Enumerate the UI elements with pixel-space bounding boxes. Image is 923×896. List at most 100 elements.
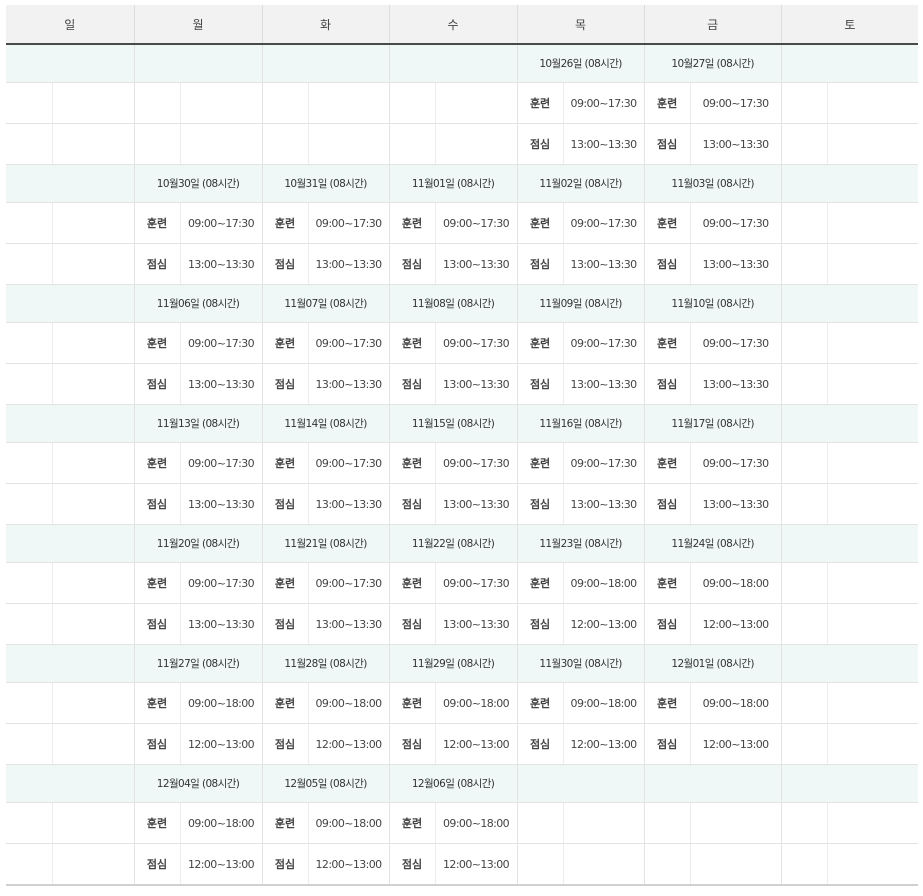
- lunch-time: 13:00~13:30: [307, 243, 390, 285]
- empty-cell: [780, 123, 828, 165]
- lunch-row: 점심 13:00~13:30 점심 13:00~13:30 점심 13:00~13:30 점…: [6, 363, 919, 405]
- lunch-time: 13:00~13:30: [179, 243, 263, 285]
- lunch-label: 점심: [133, 483, 181, 525]
- training-label: 훈련: [133, 202, 181, 244]
- training-time: 09:00~17:30: [307, 442, 390, 484]
- training-time: 09:00~18:00: [434, 682, 518, 724]
- day-date: 11월29일 (08시간): [388, 644, 518, 683]
- empty-cell: [826, 682, 919, 724]
- empty-cell: [51, 802, 135, 844]
- empty-cell: [51, 483, 135, 525]
- training-time: 09:00~17:30: [179, 322, 263, 364]
- day-date: 11월20일 (08시간): [133, 524, 263, 563]
- training-time: 09:00~18:00: [562, 562, 645, 604]
- lunch-row: 점심 12:00~13:00 점심 12:00~13:00 점심 12:00~13:00: [6, 843, 919, 886]
- training-time: 09:00~18:00: [689, 682, 782, 724]
- lunch-label: 점심: [516, 723, 564, 765]
- training-label: 훈련: [516, 682, 564, 724]
- empty-cell: [826, 603, 919, 645]
- empty-cell: [6, 524, 135, 563]
- training-label: 훈련: [388, 562, 436, 604]
- training-label: 훈련: [388, 442, 436, 484]
- lunch-label: 점심: [388, 483, 436, 525]
- day-date: 11월08일 (08시간): [388, 284, 518, 323]
- lunch-row: 점심 13:00~13:30 점심 13:00~13:30 점심 13:00~13:30 점…: [6, 243, 919, 285]
- empty-cell: [826, 442, 919, 484]
- training-label: 훈련: [516, 202, 564, 244]
- empty-cell: [643, 764, 782, 803]
- lunch-time: 13:00~13:30: [689, 483, 782, 525]
- lunch-time: 12:00~13:00: [434, 723, 518, 765]
- training-label: 훈련: [261, 682, 309, 724]
- date-row: 12월04일 (08시간) 12월05일 (08시간) 12월06일 (08시간): [6, 764, 919, 803]
- day-date: 12월01일 (08시간): [643, 644, 782, 683]
- training-label: 훈련: [261, 202, 309, 244]
- training-label: 훈련: [643, 682, 691, 724]
- empty-cell: [780, 44, 919, 83]
- empty-cell: [388, 123, 436, 165]
- empty-cell: [51, 202, 135, 244]
- lunch-time: 12:00~13:00: [179, 843, 263, 886]
- lunch-row: 점심 13:00~13:30 점심 13:00~13:30 점심 13:00~13:30 점…: [6, 603, 919, 645]
- lunch-label: 점심: [643, 243, 691, 285]
- training-label: 훈련: [133, 322, 181, 364]
- empty-cell: [826, 363, 919, 405]
- lunch-time: 13:00~13:30: [562, 363, 645, 405]
- lunch-time: 12:00~13:00: [307, 723, 390, 765]
- training-label: 훈련: [643, 202, 691, 244]
- empty-cell: [51, 82, 135, 124]
- empty-cell: [780, 562, 828, 604]
- empty-cell: [51, 603, 135, 645]
- day-date: 10월31일 (08시간): [261, 164, 390, 203]
- empty-cell: [6, 322, 52, 364]
- day-date: 11월15일 (08시간): [388, 404, 518, 443]
- schedule-table: 일 월 화 수 목 금 토 10월26일 (08시간) 10월27일 (08시간)…: [6, 5, 919, 886]
- lunch-label: 점심: [133, 243, 181, 285]
- lunch-label: 점심: [133, 363, 181, 405]
- training-time: 09:00~17:30: [562, 82, 645, 124]
- empty-cell: [6, 682, 52, 724]
- empty-cell: [780, 644, 919, 683]
- lunch-label: 점심: [261, 243, 309, 285]
- training-label: 훈련: [133, 682, 181, 724]
- training-time: 09:00~17:30: [562, 442, 645, 484]
- weekday-header: 일: [6, 5, 135, 45]
- training-time: 09:00~17:30: [434, 202, 518, 244]
- schedule-body: 10월26일 (08시간) 10월27일 (08시간) 훈련 09:00~17:30 훈…: [6, 44, 919, 886]
- empty-cell: [261, 82, 309, 124]
- empty-cell: [6, 363, 52, 405]
- date-row: 11월20일 (08시간) 11월21일 (08시간) 11월22일 (08시간) 1…: [6, 524, 919, 563]
- lunch-time: 12:00~13:00: [562, 603, 645, 645]
- weekday-header: 금: [643, 5, 782, 45]
- date-row: 11월27일 (08시간) 11월28일 (08시간) 11월29일 (08시간) 1…: [6, 644, 919, 683]
- empty-cell: [51, 562, 135, 604]
- day-date: 11월03일 (08시간): [643, 164, 782, 203]
- empty-cell: [562, 802, 645, 844]
- empty-cell: [780, 723, 828, 765]
- empty-cell: [780, 442, 828, 484]
- training-time: 09:00~17:30: [307, 202, 390, 244]
- training-label: 훈련: [516, 82, 564, 124]
- empty-cell: [6, 644, 135, 683]
- empty-cell: [6, 562, 52, 604]
- lunch-label: 점심: [388, 843, 436, 886]
- training-label: 훈련: [388, 802, 436, 844]
- empty-cell: [388, 82, 436, 124]
- lunch-label: 점심: [643, 123, 691, 165]
- empty-cell: [780, 202, 828, 244]
- training-label: 훈련: [261, 802, 309, 844]
- day-date: 11월22일 (08시간): [388, 524, 518, 563]
- empty-cell: [6, 202, 52, 244]
- training-time: 09:00~18:00: [307, 802, 390, 844]
- training-time: 09:00~17:30: [179, 202, 263, 244]
- training-time: 09:00~17:30: [689, 202, 782, 244]
- lunch-label: 점심: [516, 243, 564, 285]
- empty-cell: [780, 603, 828, 645]
- empty-cell: [780, 843, 828, 886]
- lunch-time: 13:00~13:30: [434, 363, 518, 405]
- day-date: 11월10일 (08시간): [643, 284, 782, 323]
- day-date: 11월14일 (08시간): [261, 404, 390, 443]
- training-time: 09:00~17:30: [434, 442, 518, 484]
- day-date: 11월09일 (08시간): [516, 284, 645, 323]
- training-label: 훈련: [261, 322, 309, 364]
